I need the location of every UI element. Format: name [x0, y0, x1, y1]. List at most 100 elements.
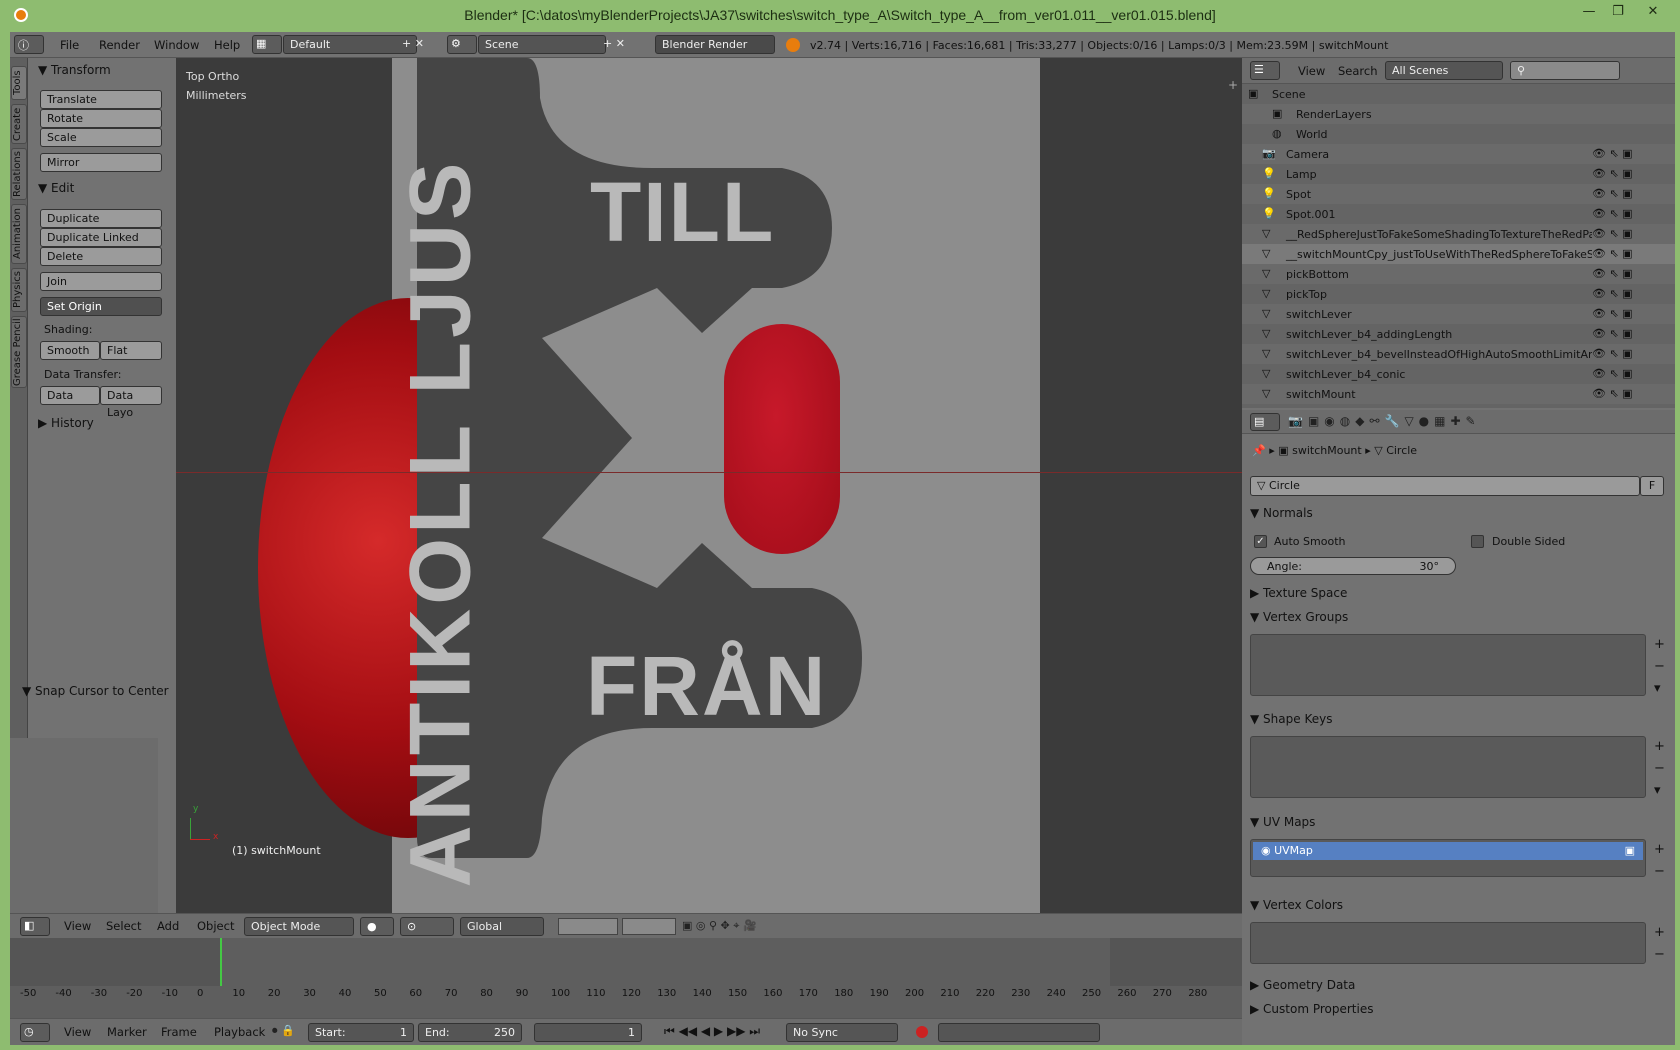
menu-object[interactable]: Object: [197, 919, 234, 933]
data-transfer-button[interactable]: Data: [40, 386, 100, 405]
menu-select[interactable]: Select: [106, 919, 141, 933]
texture-space-panel-header[interactable]: ▶ Texture Space: [1250, 586, 1670, 600]
data-layout-button[interactable]: Data Layo: [100, 386, 162, 419]
uv-maps-list[interactable]: ◉ UVMap ▣: [1250, 839, 1646, 877]
visibility-select-render-icons[interactable]: 👁 ⇖ ▣: [1592, 227, 1672, 240]
menu-file[interactable]: File: [60, 38, 79, 52]
translate-button[interactable]: Translate: [40, 90, 162, 109]
record-icon[interactable]: [916, 1026, 928, 1038]
outliner-row[interactable]: 💡 Lamp 👁 ⇖ ▣: [1242, 164, 1675, 184]
vertex-colors-panel-header[interactable]: ▼ Vertex Colors: [1250, 898, 1670, 912]
tab-create[interactable]: Create: [11, 104, 27, 144]
menu-frame[interactable]: Frame: [161, 1025, 197, 1039]
visibility-select-render-icons[interactable]: 👁 ⇖ ▣: [1592, 287, 1672, 300]
scene-field[interactable]: Scene: [478, 35, 606, 54]
editor-type-timeline-icon[interactable]: ◷: [20, 1023, 50, 1042]
layers-grid-a[interactable]: [558, 918, 618, 935]
tab-tools[interactable]: Tools: [11, 66, 27, 100]
uv-maps-panel-header[interactable]: ▼ UV Maps: [1250, 815, 1670, 829]
render-engine-select[interactable]: Blender Render: [655, 35, 775, 54]
close-button[interactable]: ✕: [1640, 4, 1666, 22]
history-panel-header[interactable]: ▶ History: [38, 416, 94, 430]
viewport-shading-icon[interactable]: ●: [360, 917, 394, 936]
outliner-search-input[interactable]: ⚲: [1510, 61, 1620, 80]
property-context-tabs-icon[interactable]: 📷▣◉◍◆⚯🔧▽●▦✚✎: [1288, 414, 1481, 428]
shape-key-add-remove-icons[interactable]: + − ▾: [1654, 736, 1665, 802]
smooth-button[interactable]: Smooth: [40, 341, 100, 360]
editor-type-outliner-icon[interactable]: ☰: [1250, 61, 1280, 80]
visibility-select-render-icons[interactable]: 👁 ⇖ ▣: [1592, 267, 1672, 280]
flat-button[interactable]: Flat: [100, 341, 162, 360]
visibility-select-render-icons[interactable]: 👁 ⇖ ▣: [1592, 307, 1672, 320]
visibility-select-render-icons[interactable]: 👁 ⇖ ▣: [1592, 367, 1672, 380]
outliner-row[interactable]: ▽ switchLever_b4_bevelInsteadOfHighAutoSm…: [1242, 344, 1675, 364]
custom-properties-panel-header[interactable]: ▶ Custom Properties: [1250, 1002, 1670, 1016]
outliner-row[interactable]: ▽ switchLever 👁 ⇖ ▣: [1242, 304, 1675, 324]
geometry-data-panel-header[interactable]: ▶ Geometry Data: [1250, 978, 1670, 992]
outliner-row[interactable]: ◍ World: [1242, 124, 1675, 144]
menu-add[interactable]: Add: [157, 919, 179, 933]
edit-panel-header[interactable]: ▼ Edit: [38, 181, 74, 195]
outliner-row[interactable]: ▽ __switchMountCpy_justToUseWithTheRedSph…: [1242, 244, 1675, 264]
visibility-select-render-icons[interactable]: 👁 ⇖ ▣: [1592, 327, 1672, 340]
outliner-row[interactable]: ▽ pickBottom 👁 ⇖ ▣: [1242, 264, 1675, 284]
playback-controls-icon[interactable]: ⏮ ◀◀ ◀ ▶ ▶▶ ⏭: [664, 1024, 760, 1039]
timeline[interactable]: -50 -40 -30 -20 -10 0 10 20 30 40 50 60 70 80 90 100 110…: [10, 938, 1242, 1018]
normals-panel-header[interactable]: ▼ Normals: [1250, 506, 1670, 520]
pivot-icon[interactable]: ⊙: [400, 917, 454, 936]
keying-set-field[interactable]: [938, 1023, 1100, 1042]
start-frame-field[interactable]: Start: 1: [308, 1023, 414, 1042]
shape-keys-panel-header[interactable]: ▼ Shape Keys: [1250, 712, 1670, 726]
mode-select[interactable]: Object Mode: [244, 917, 354, 936]
scene-icon[interactable]: ⚙: [447, 35, 477, 54]
outliner-row[interactable]: ▽ switchMount 👁 ⇖ ▣: [1242, 384, 1675, 404]
menu-outliner-view[interactable]: View: [1298, 64, 1325, 78]
outliner-row[interactable]: ▽ switchLever_b4_addingLength 👁 ⇖ ▣: [1242, 324, 1675, 344]
minimize-button[interactable]: —: [1576, 4, 1602, 22]
snap-icons[interactable]: ▣ ◎ ⚲ ✥ ⌖ 🎥: [682, 919, 757, 933]
editor-type-properties-icon[interactable]: ▤: [1250, 413, 1280, 431]
menu-playback[interactable]: Playback: [214, 1025, 265, 1039]
mirror-button[interactable]: Mirror: [40, 153, 162, 172]
delete-button[interactable]: Delete: [40, 247, 162, 266]
menu-render[interactable]: Render: [99, 38, 140, 52]
duplicate-linked-button[interactable]: Duplicate Linked: [40, 228, 162, 247]
tab-animation[interactable]: Animation: [11, 204, 27, 264]
menu-outliner-search[interactable]: Search: [1338, 64, 1378, 78]
menu-view[interactable]: View: [64, 919, 91, 933]
outliner-row[interactable]: ▽ __RedSphereJustToFakeSomeShadingToTextu…: [1242, 224, 1675, 244]
join-button[interactable]: Join: [40, 272, 162, 291]
auto-smooth-checkbox[interactable]: ✓: [1254, 535, 1267, 548]
sync-select[interactable]: No Sync: [786, 1023, 898, 1042]
add-layout-icon[interactable]: + ✕: [402, 37, 424, 50]
outliner-row[interactable]: 💡 Spot.001 👁 ⇖ ▣: [1242, 204, 1675, 224]
menu-marker[interactable]: Marker: [107, 1025, 147, 1039]
visibility-select-render-icons[interactable]: 👁 ⇖ ▣: [1592, 187, 1672, 200]
shape-keys-list[interactable]: [1250, 736, 1646, 798]
properties-toggle-icon[interactable]: +: [1228, 78, 1238, 92]
transform-panel-header[interactable]: ▼ Transform: [38, 63, 111, 77]
screen-layout-icon[interactable]: ▦: [252, 35, 282, 54]
duplicate-button[interactable]: Duplicate: [40, 209, 162, 228]
angle-field[interactable]: Angle: 30°: [1250, 557, 1456, 575]
menu-timeline-view[interactable]: View: [64, 1025, 91, 1039]
vertex-groups-panel-header[interactable]: ▼ Vertex Groups: [1250, 610, 1670, 624]
menu-window[interactable]: Window: [154, 38, 199, 52]
screen-layout-field[interactable]: Default: [283, 35, 417, 54]
vertex-color-add-remove-icons[interactable]: + −: [1654, 922, 1665, 966]
scale-button[interactable]: Scale: [40, 128, 162, 147]
fake-user-button[interactable]: F: [1640, 476, 1664, 496]
vertex-colors-list[interactable]: [1250, 922, 1646, 964]
visibility-select-render-icons[interactable]: 👁 ⇖ ▣: [1592, 147, 1672, 160]
visibility-select-render-icons[interactable]: 👁 ⇖ ▣: [1592, 247, 1672, 260]
outliner-row[interactable]: 💡 Spot 👁 ⇖ ▣: [1242, 184, 1675, 204]
datablock-name-field[interactable]: ▽ Circle: [1250, 476, 1640, 496]
uv-map-add-remove-icons[interactable]: + −: [1654, 839, 1665, 883]
rotate-button[interactable]: Rotate: [40, 109, 162, 128]
outliner-row[interactable]: ▽ pickTop 👁 ⇖ ▣: [1242, 284, 1675, 304]
keying-lock-icons[interactable]: ⏺ 🔒: [272, 1024, 295, 1038]
menu-help[interactable]: Help: [214, 38, 240, 52]
tab-grease-pencil[interactable]: Grease Pencil: [11, 316, 27, 388]
scene-filter-select[interactable]: All Scenes: [1385, 61, 1503, 80]
outliner-row[interactable]: ▣ Scene: [1242, 84, 1675, 104]
